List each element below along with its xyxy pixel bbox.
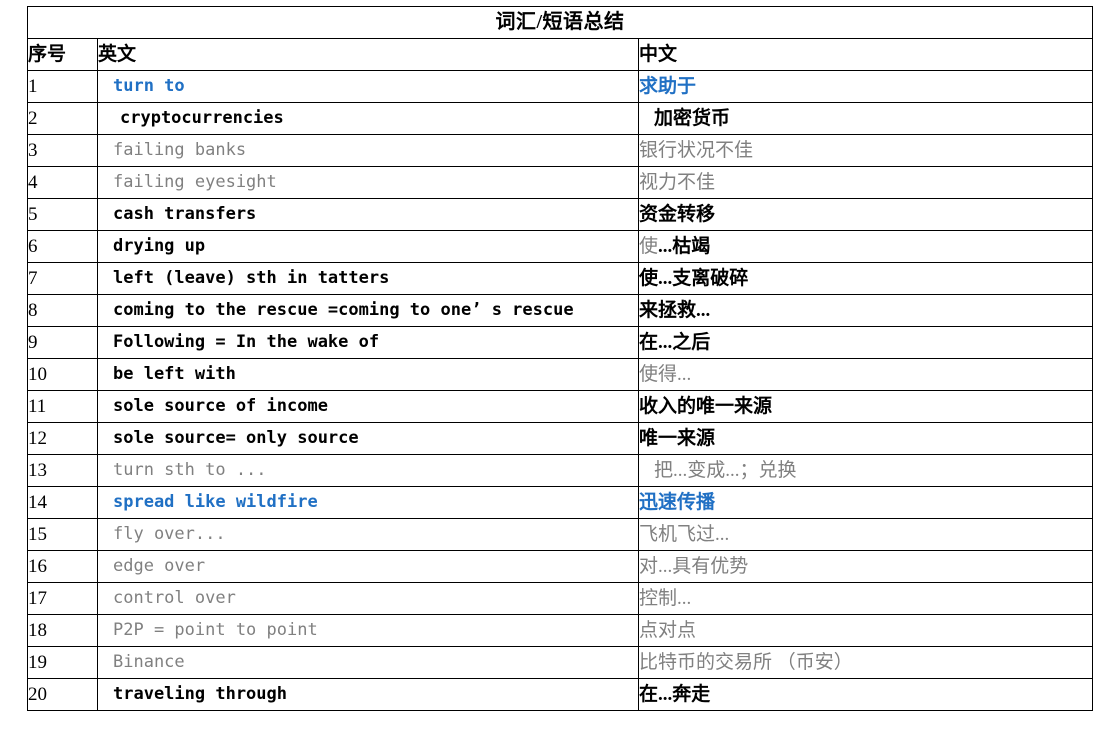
row-index: 16 bbox=[27, 550, 98, 583]
table-title-row: 词汇/短语总结 bbox=[26, 6, 1094, 39]
row-chinese: 收入的唯一来源 bbox=[637, 390, 1094, 423]
row-index: 1 bbox=[27, 70, 98, 103]
table-row: 10 be left with 使得... bbox=[27, 358, 1094, 391]
row-chinese: 在...奔走 bbox=[637, 678, 1094, 711]
row-index: 2 bbox=[27, 102, 98, 135]
row-index: 20 bbox=[27, 678, 98, 711]
row-english: P2P = point to point bbox=[97, 614, 639, 647]
row-chinese-suffix: ...枯竭 bbox=[658, 236, 711, 257]
table-row: 14 spread like wildfire 迅速传播 bbox=[27, 486, 1094, 519]
row-index: 15 bbox=[27, 518, 98, 551]
table-row: 17 control over 控制... bbox=[27, 582, 1094, 615]
row-index: 11 bbox=[27, 390, 98, 423]
row-english: spread like wildfire bbox=[97, 486, 639, 519]
row-index: 19 bbox=[27, 646, 98, 679]
row-chinese: 使...支离破碎 bbox=[637, 262, 1094, 295]
row-index: 13 bbox=[27, 454, 98, 487]
row-english: cryptocurrencies bbox=[97, 102, 639, 135]
row-english: fly over... bbox=[97, 518, 639, 551]
table-row: 4 failing eyesight 视力不佳 bbox=[27, 166, 1094, 199]
column-header-english: 英文 bbox=[97, 38, 639, 71]
row-chinese: 比特币的交易所 （币安） bbox=[637, 646, 1094, 679]
row-english: failing banks bbox=[97, 134, 639, 167]
table-row: 11 sole source of income 收入的唯一来源 bbox=[27, 390, 1094, 423]
table-row: 19 Binance 比特币的交易所 （币安） bbox=[27, 646, 1094, 679]
row-index: 17 bbox=[27, 582, 98, 615]
row-index: 18 bbox=[27, 614, 98, 647]
table-title: 词汇/短语总结 bbox=[26, 6, 1094, 39]
row-english: left (leave) sth in tatters bbox=[97, 262, 639, 295]
row-chinese: 来拯救... bbox=[637, 294, 1094, 327]
row-chinese: 使...枯竭 bbox=[637, 230, 1094, 263]
document-page: 词汇/短语总结 序号 英文 中文 1 turn to 求助于 2 cryptoc… bbox=[0, 0, 1102, 737]
row-english: cash transfers bbox=[97, 198, 639, 231]
row-english: turn sth to ... bbox=[97, 454, 639, 487]
row-english: Following = In the wake of bbox=[97, 326, 639, 359]
row-index: 14 bbox=[27, 486, 98, 519]
row-english: sole source= only source bbox=[97, 422, 639, 455]
row-english: failing eyesight bbox=[97, 166, 639, 199]
row-english: traveling through bbox=[97, 678, 639, 711]
table-row: 2 cryptocurrencies 加密货币 bbox=[27, 102, 1094, 135]
row-index: 6 bbox=[27, 230, 98, 263]
table-row: 20 traveling through 在...奔走 bbox=[27, 678, 1094, 711]
row-chinese: 把...变成...；兑换 bbox=[637, 454, 1094, 487]
table-row: 8 coming to the rescue =coming to one’ s… bbox=[27, 294, 1094, 327]
table-row: 1 turn to 求助于 bbox=[27, 70, 1094, 103]
row-english: coming to the rescue =coming to one’ s r… bbox=[97, 294, 639, 327]
row-chinese: 视力不佳 bbox=[637, 166, 1094, 199]
row-chinese: 对...具有优势 bbox=[637, 550, 1094, 583]
table-row: 5 cash transfers 资金转移 bbox=[27, 198, 1094, 231]
table-row: 3 failing banks 银行状况不佳 bbox=[27, 134, 1094, 167]
row-english: be left with bbox=[97, 358, 639, 391]
row-chinese: 使得... bbox=[637, 358, 1094, 391]
row-english: turn to bbox=[97, 70, 639, 103]
row-chinese: 银行状况不佳 bbox=[637, 134, 1094, 167]
row-chinese: 资金转移 bbox=[637, 198, 1094, 231]
table-row: 13 turn sth to ... 把...变成...；兑换 bbox=[27, 454, 1094, 487]
row-chinese: 在...之后 bbox=[637, 326, 1094, 359]
row-english: drying up bbox=[97, 230, 639, 263]
vocabulary-summary-table: 词汇/短语总结 序号 英文 中文 1 turn to 求助于 2 cryptoc… bbox=[26, 6, 1094, 711]
column-header-index: 序号 bbox=[27, 38, 98, 71]
row-english: Binance bbox=[97, 646, 639, 679]
row-index: 9 bbox=[27, 326, 98, 359]
row-chinese: 唯一来源 bbox=[637, 422, 1094, 455]
row-index: 10 bbox=[27, 358, 98, 391]
row-chinese: 加密货币 bbox=[637, 102, 1094, 135]
row-chinese: 飞机飞过... bbox=[637, 518, 1094, 551]
row-index: 3 bbox=[27, 134, 98, 167]
table-row: 18 P2P = point to point 点对点 bbox=[27, 614, 1094, 647]
table-row: 6 drying up 使...枯竭 bbox=[27, 230, 1094, 263]
table-row: 16 edge over 对...具有优势 bbox=[27, 550, 1094, 583]
column-header-chinese: 中文 bbox=[637, 38, 1094, 71]
row-index: 12 bbox=[27, 422, 98, 455]
row-chinese: 求助于 bbox=[637, 70, 1094, 103]
table-row: 9 Following = In the wake of 在...之后 bbox=[27, 326, 1094, 359]
row-english: edge over bbox=[97, 550, 639, 583]
table-row: 7 left (leave) sth in tatters 使...支离破碎 bbox=[27, 262, 1094, 295]
row-chinese: 控制... bbox=[637, 582, 1094, 615]
table-header-row: 序号 英文 中文 bbox=[27, 38, 1094, 71]
row-index: 7 bbox=[27, 262, 98, 295]
row-index: 4 bbox=[27, 166, 98, 199]
row-chinese: 点对点 bbox=[637, 614, 1094, 647]
row-english: control over bbox=[97, 582, 639, 615]
row-chinese-prefix: 使 bbox=[639, 236, 659, 257]
row-chinese: 迅速传播 bbox=[637, 486, 1094, 519]
table-row: 12 sole source= only source 唯一来源 bbox=[27, 422, 1094, 455]
table-row: 15 fly over... 飞机飞过... bbox=[27, 518, 1094, 551]
row-english: sole source of income bbox=[97, 390, 639, 423]
row-index: 5 bbox=[27, 198, 98, 231]
row-index: 8 bbox=[27, 294, 98, 327]
